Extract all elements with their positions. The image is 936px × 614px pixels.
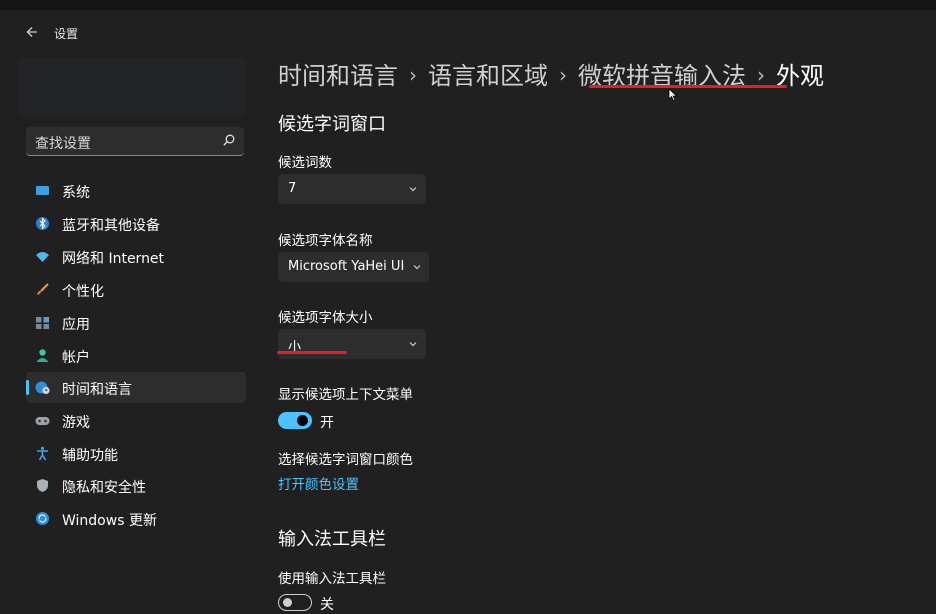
back-button[interactable]: [22, 22, 42, 42]
candidate-color-label: 选择候选字词窗口颜色: [278, 452, 413, 468]
sidebar-item-label: 系统: [62, 185, 90, 201]
context-menu-state: 开: [320, 415, 334, 431]
use-toolbar-state: 关: [320, 597, 334, 613]
use-toolbar-label: 使用输入法工具栏: [278, 571, 386, 587]
wifi-icon: [36, 252, 49, 262]
sidebar-item-label: 帐户: [62, 350, 90, 366]
candidate-font-size-dropdown[interactable]: 小: [278, 329, 426, 359]
window-top-edge: [0, 0, 936, 10]
open-color-settings-link[interactable]: 打开颜色设置: [278, 473, 359, 493]
highlight-underline: [589, 85, 787, 88]
update-icon: [36, 512, 49, 525]
bluetooth-icon: [36, 217, 49, 230]
chevron-down-icon: [409, 342, 417, 347]
sidebar-item-label: 隐私和安全性: [62, 480, 146, 496]
sidebar-item-accessibility[interactable]: 辅助功能: [26, 438, 246, 469]
gamepad-icon: [35, 417, 50, 425]
chevron-right-icon: ›: [757, 63, 765, 87]
search-input[interactable]: 查找设置: [35, 133, 91, 153]
section-title-candidate-window: 候选字词窗口: [278, 114, 386, 135]
sidebar-item-label: 辅助功能: [62, 448, 118, 464]
breadcrumb-language-region[interactable]: 语言和区域: [428, 62, 548, 90]
chevron-right-icon: ›: [559, 63, 567, 87]
candidate-font-name-label: 候选项字体名称: [278, 233, 373, 249]
sidebar-item-apps[interactable]: 应用: [26, 307, 246, 338]
chevron-down-icon: [409, 187, 417, 192]
context-menu-label: 显示候选项上下文菜单: [278, 387, 413, 403]
sidebar-item-accounts[interactable]: 帐户: [26, 340, 246, 371]
globe-clock-icon: [35, 381, 50, 395]
dropdown-value: Microsoft YaHei UI: [288, 259, 405, 274]
shield-icon: [37, 479, 48, 492]
candidate-font-size-label: 候选项字体大小: [278, 310, 373, 326]
sidebar-item-system[interactable]: 系统: [26, 175, 246, 206]
breadcrumb-time-language[interactable]: 时间和语言: [278, 62, 398, 90]
candidate-font-name-dropdown[interactable]: Microsoft YaHei UI: [278, 252, 429, 282]
person-icon: [36, 349, 49, 362]
search-box[interactable]: 查找设置: [26, 127, 244, 156]
search-icon[interactable]: [222, 133, 236, 147]
sidebar-item-label: 个性化: [62, 284, 104, 300]
sidebar-item-label: 网络和 Internet: [62, 251, 165, 267]
brush-icon: [37, 283, 49, 295]
selection-indicator: [26, 380, 29, 395]
sidebar-item-network[interactable]: 网络和 Internet: [26, 241, 246, 272]
sidebar-item-label: 游戏: [62, 415, 90, 431]
sidebar-item-label: 应用: [62, 317, 90, 333]
sidebar-item-label: 时间和语言: [62, 382, 132, 398]
toggle-knob: [297, 415, 308, 426]
context-menu-toggle[interactable]: [278, 412, 312, 429]
sidebar-item-bluetooth[interactable]: 蓝牙和其他设备: [26, 208, 246, 239]
sidebar-item-label: 蓝牙和其他设备: [62, 218, 160, 234]
candidate-count-dropdown[interactable]: 7: [278, 174, 426, 204]
sidebar-item-windows-update[interactable]: Windows 更新: [26, 503, 246, 534]
section-title-ime-toolbar: 输入法工具栏: [278, 529, 386, 550]
apps-icon: [36, 317, 49, 329]
monitor-icon: [36, 186, 49, 195]
mouse-cursor-icon: [668, 88, 678, 102]
chevron-down-icon: [413, 265, 421, 270]
app-title: 设置: [54, 27, 79, 41]
sidebar-item-time-language[interactable]: 时间和语言: [26, 372, 246, 403]
highlight-underline: [277, 351, 347, 354]
sidebar-item-gaming[interactable]: 游戏: [26, 405, 246, 436]
accessibility-icon: [37, 446, 48, 461]
sidebar-item-privacy[interactable]: 隐私和安全性: [26, 470, 246, 501]
dropdown-value: 7: [288, 181, 297, 196]
sidebar-item-label: Windows 更新: [62, 513, 157, 529]
title-bar: 设置: [0, 10, 936, 52]
sidebar-item-personalization[interactable]: 个性化: [26, 274, 246, 305]
candidate-count-label: 候选词数: [278, 155, 332, 171]
user-profile-area[interactable]: [18, 58, 246, 116]
chevron-right-icon: ›: [409, 63, 417, 87]
back-arrow-icon: [26, 27, 37, 37]
